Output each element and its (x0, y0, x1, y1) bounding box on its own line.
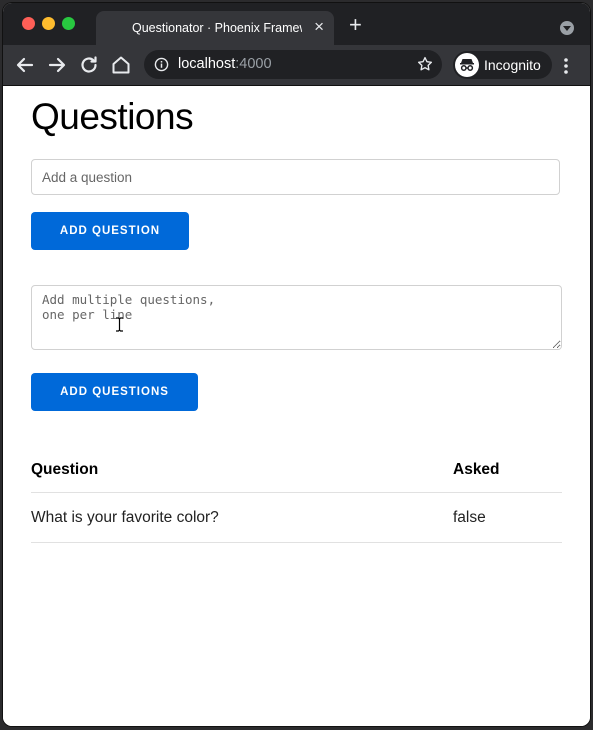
minimize-window-button[interactable] (42, 17, 55, 30)
forward-icon[interactable] (45, 53, 69, 77)
table-header-row: Question Asked (31, 448, 562, 493)
add-question-button[interactable]: ADD QUESTION (31, 212, 189, 250)
incognito-label: Incognito (484, 57, 541, 73)
column-header-question: Question (31, 448, 453, 493)
new-tab-button[interactable]: + (349, 14, 362, 36)
incognito-icon (455, 53, 479, 77)
kebab-menu-icon[interactable] (563, 57, 569, 80)
tab-title: Questionator · Phoenix Framework (132, 21, 302, 35)
maximize-window-button[interactable] (62, 17, 75, 30)
question-cell: What is your favorite color? (31, 492, 453, 543)
back-icon[interactable] (13, 53, 37, 77)
url-port: :4000 (235, 56, 272, 72)
reload-icon[interactable] (77, 53, 101, 77)
page-title: Questions (31, 96, 194, 137)
incognito-indicator[interactable]: Incognito (453, 51, 552, 79)
text-cursor-icon (115, 317, 124, 337)
question-input[interactable] (31, 159, 560, 195)
tab-bar: Questionator · Phoenix Framework × + (3, 3, 590, 45)
questions-textarea[interactable] (31, 285, 562, 350)
page-content: Questions ADD QUESTION ADD QUESTIONS Que… (3, 86, 590, 726)
tab-questionator[interactable]: Questionator · Phoenix Framework × (96, 11, 334, 45)
column-header-asked: Asked (453, 448, 562, 493)
questions-table: Question Asked What is your favorite col… (31, 448, 562, 543)
address-bar[interactable]: localhost:4000 (144, 50, 442, 79)
table-row: What is your favorite color? false (31, 492, 562, 543)
add-questions-button[interactable]: ADD QUESTIONS (31, 373, 198, 411)
browser-window: Questionator · Phoenix Framework × + loc… (3, 3, 590, 726)
tab-search-icon[interactable] (560, 21, 574, 35)
browser-toolbar: localhost:4000 Incognito (3, 45, 590, 86)
tab-close-icon[interactable]: × (314, 18, 324, 35)
url-text: localhost:4000 (178, 56, 272, 72)
close-window-button[interactable] (22, 17, 35, 30)
star-icon[interactable] (416, 55, 434, 78)
home-icon[interactable] (109, 53, 133, 77)
url-host: localhost (178, 56, 236, 72)
asked-cell: false (453, 492, 562, 543)
info-icon[interactable] (154, 57, 169, 77)
